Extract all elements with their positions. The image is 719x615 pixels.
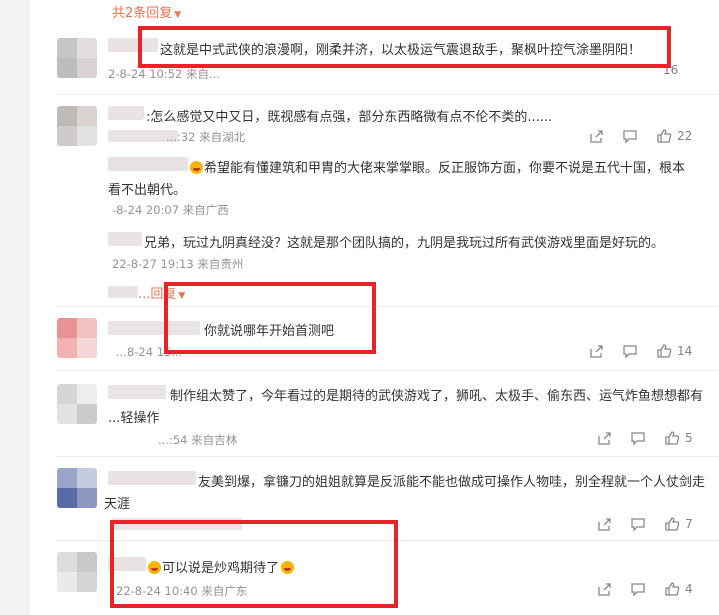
replies-toggle-label: 共2条回复 <box>112 6 173 21</box>
like-count: 7 <box>685 517 693 531</box>
reply-text-continued: 看不出朝代。 <box>108 183 187 198</box>
share-icon[interactable] <box>588 128 604 144</box>
like-icon[interactable] <box>664 581 680 597</box>
share-icon[interactable] <box>596 430 612 446</box>
avatar[interactable] <box>57 106 97 146</box>
avatar[interactable] <box>57 468 97 508</box>
caret-down-icon: ▼ <box>174 10 182 20</box>
like-icon[interactable] <box>656 343 672 359</box>
comment-icon[interactable] <box>630 516 646 532</box>
comment-actions: 7 <box>596 516 693 532</box>
comment-actions: 5 <box>596 430 693 446</box>
username-blurred[interactable] <box>108 106 144 120</box>
like-count: 5 <box>685 431 693 445</box>
comment-time: ...:54 来自吉林 <box>158 433 238 447</box>
reply-text: 希望能有懂建筑和甲胄的大佬来掌掌眼。反正服饰方面，你要不说是五代十国，根本 <box>190 157 685 176</box>
blurred-text <box>108 286 138 298</box>
comment-actions: 4 <box>596 581 693 597</box>
avatar[interactable] <box>57 38 97 78</box>
comment-icon[interactable] <box>622 128 638 144</box>
highlight-box <box>110 520 398 608</box>
like-icon[interactable] <box>664 430 680 446</box>
comment-actions: 22 <box>588 128 692 144</box>
reply-time: -8-24 20:07 来自广西 <box>112 203 229 217</box>
username-blurred[interactable] <box>108 232 142 246</box>
replies-toggle[interactable]: 共2条回复 ▼ <box>112 2 181 21</box>
divider <box>56 306 719 307</box>
comment-text: :怎么感觉又中又日，既视感有点强，部分东西略微有点不伦不类的...... <box>146 110 553 125</box>
comment-icon[interactable] <box>630 430 646 446</box>
like-count: 22 <box>677 129 693 143</box>
share-icon[interactable] <box>596 581 612 597</box>
like-icon[interactable] <box>656 128 672 144</box>
comment-icon[interactable] <box>630 581 646 597</box>
share-icon[interactable] <box>596 516 612 532</box>
comment-text: 友美到爆，拿镰刀的姐姐就算是反派能不能也做成可操作人物哇，别全程就一个人仗剑走 <box>198 475 706 490</box>
comment-time: 2-8-24 10:52 来自... <box>108 67 220 81</box>
comment-text-continued: 天涯 <box>104 497 131 512</box>
comment-time: ...:32 来自湖北 <box>166 130 246 144</box>
avatar[interactable] <box>57 552 97 592</box>
reply-time: 22-8-27 19:13 来自贵州 <box>112 257 244 271</box>
username-blurred[interactable] <box>108 385 166 399</box>
reply-text: 兄弟，玩过九阴真经没？这就是那个团队搞的，九阴是我玩过所有武侠游戏里面是好玩的。 <box>144 236 665 251</box>
avatar[interactable] <box>57 318 97 358</box>
share-icon[interactable] <box>588 343 604 359</box>
avatar[interactable] <box>57 384 97 424</box>
comment-text: 制作组太赞了，今年看过的是期待的武侠游戏了，狮吼、太极手、偷东西、运气炸鱼想想都… <box>170 389 704 404</box>
like-count: 14 <box>677 344 693 358</box>
divider <box>56 94 719 95</box>
emoji-icon <box>190 161 203 174</box>
comment-actions: 14 <box>588 343 692 359</box>
like-count: 4 <box>685 582 693 596</box>
comment-icon[interactable] <box>622 343 638 359</box>
highlight-box <box>138 26 671 68</box>
like-icon[interactable] <box>664 516 680 532</box>
username-blurred[interactable] <box>108 471 196 485</box>
highlight-box <box>164 282 376 354</box>
divider <box>56 456 719 457</box>
username-blurred[interactable] <box>108 157 188 171</box>
left-edge-strip <box>0 0 30 615</box>
divider <box>56 370 719 371</box>
comment-text-continued: ...轻操作 <box>108 411 160 426</box>
